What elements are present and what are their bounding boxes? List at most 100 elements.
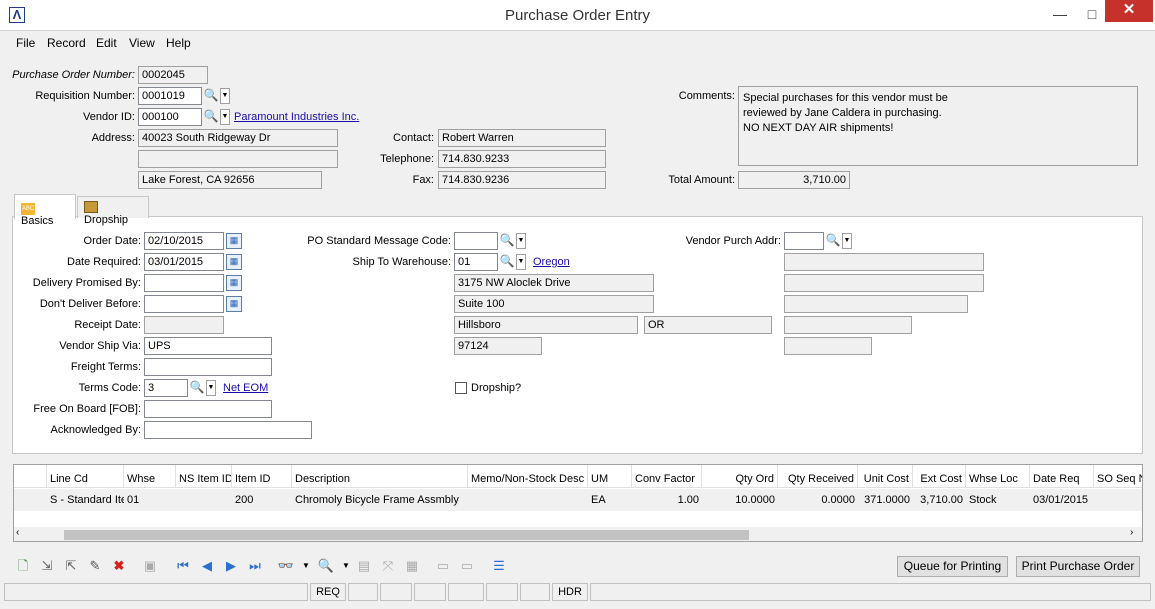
po-message-search-icon[interactable]: 🔍 — [499, 233, 515, 249]
column-header[interactable]: Item ID — [232, 465, 292, 488]
table-cell[interactable]: 371.0000 — [858, 489, 913, 511]
warehouse-state-field[interactable]: OR — [644, 316, 772, 334]
date-required-field[interactable]: 03/01/2015 — [144, 253, 224, 271]
table-cell[interactable]: S - Standard Ite — [47, 489, 124, 511]
menu-file[interactable]: File — [16, 36, 35, 50]
previous-record-icon[interactable]: ◀ — [197, 556, 217, 576]
address3-field[interactable]: Lake Forest, CA 92656 — [138, 171, 322, 189]
rename-record-icon[interactable]: ⇱ — [61, 556, 81, 576]
table-cell[interactable] — [176, 489, 232, 511]
po-message-dropdown-icon[interactable]: ▼ — [516, 233, 526, 249]
requisition-dropdown-icon[interactable]: ▼ — [220, 88, 230, 104]
column-header[interactable]: Description — [292, 465, 468, 488]
vendor-purch-line3-field[interactable] — [784, 295, 968, 313]
column-header[interactable]: Unit Cost — [858, 465, 913, 488]
table-cell[interactable]: 3,710.00 — [913, 489, 966, 511]
terms-code-field[interactable]: 3 — [144, 379, 188, 397]
tab-basics[interactable]: ABCBasics — [14, 194, 76, 227]
vendor-purch-line1-field[interactable] — [784, 253, 984, 271]
warehouse-zip-field[interactable]: 97124 — [454, 337, 542, 355]
scroll-right-icon[interactable]: › — [1130, 527, 1133, 538]
column-header[interactable]: SO Seq N — [1094, 465, 1142, 488]
ship-to-search-icon[interactable]: 🔍 — [499, 254, 515, 270]
delete-icon[interactable]: ✖ — [109, 556, 129, 576]
tab-dropship[interactable]: Dropship — [77, 196, 149, 226]
acknowledged-field[interactable] — [144, 421, 312, 439]
fob-field[interactable] — [144, 400, 272, 418]
terms-desc-link[interactable]: Net EOM — [223, 382, 268, 394]
new-record-icon[interactable]: 🗋 — [13, 556, 33, 576]
menu-view[interactable]: View — [129, 36, 155, 50]
column-header[interactable]: Whse Loc — [966, 465, 1030, 488]
warehouse-address2-field[interactable]: Suite 100 — [454, 295, 654, 313]
queue-printing-button[interactable]: Queue for Printing — [897, 556, 1008, 577]
date-required-calendar-icon[interactable]: ▦ — [226, 254, 242, 270]
table-cell[interactable] — [468, 489, 588, 511]
ship-via-field[interactable]: UPS — [144, 337, 272, 355]
vendor-purch-line2-field[interactable] — [784, 274, 984, 292]
comments-box[interactable]: Special purchases for this vendor must b… — [738, 86, 1138, 166]
lookup-dropdown-icon[interactable]: ▼ — [336, 556, 356, 576]
table-cell[interactable]: 1.00 — [632, 489, 702, 511]
column-header[interactable]: Memo/Non-Stock Desc — [468, 465, 588, 488]
table-cell[interactable]: EA — [588, 489, 632, 511]
menu-help[interactable]: Help — [166, 36, 191, 50]
order-date-calendar-icon[interactable]: ▦ — [226, 233, 242, 249]
column-header[interactable]: Qty Received — [778, 465, 858, 488]
column-header[interactable]: Date Req — [1030, 465, 1094, 488]
warehouse-address1-field[interactable]: 3175 NW Aloclek Drive — [454, 274, 654, 292]
column-header[interactable]: Ext Cost — [913, 465, 966, 488]
save-icon[interactable]: ▣ — [140, 556, 160, 576]
column-header[interactable]: Conv Factor — [632, 465, 702, 488]
print-icon[interactable]: ▭ — [433, 556, 453, 576]
requisition-field[interactable]: 0001019 — [138, 87, 202, 105]
po-number-field[interactable]: 0002045 — [138, 66, 208, 84]
table-cell[interactable]: Stock — [966, 489, 1030, 511]
expand-icon[interactable]: ⤧ — [378, 556, 398, 576]
table-cell[interactable]: 200 — [232, 489, 292, 511]
vendor-purch-dropdown-icon[interactable]: ▼ — [842, 233, 852, 249]
column-header[interactable]: UM — [588, 465, 632, 488]
vendor-id-field[interactable]: 000100 — [138, 108, 202, 126]
table-cell[interactable]: 01 — [124, 489, 176, 511]
freight-terms-field[interactable] — [144, 358, 272, 376]
column-header[interactable]: Line Cd — [47, 465, 124, 488]
delivery-promised-field[interactable] — [144, 274, 224, 292]
row-selector[interactable] — [14, 489, 47, 511]
settings-icon[interactable]: ☰ — [489, 556, 509, 576]
find-icon[interactable]: 👓 — [276, 556, 296, 576]
column-header[interactable]: Whse — [124, 465, 176, 488]
horizontal-scrollbar[interactable]: ‹ › — [14, 527, 1142, 541]
vendor-purch-line4-field[interactable] — [784, 316, 912, 334]
next-record-icon[interactable]: ▶ — [221, 556, 241, 576]
vendor-purch-search-icon[interactable]: 🔍 — [825, 233, 841, 249]
grid-view-icon[interactable]: ▦ — [402, 556, 422, 576]
address1-field[interactable]: 40023 South Ridgeway Dr — [138, 129, 338, 147]
lookup-icon[interactable]: 🔍 — [316, 556, 336, 576]
po-message-field[interactable] — [454, 232, 498, 250]
ship-to-name-link[interactable]: Oregon — [533, 256, 570, 268]
last-record-icon[interactable]: ⏭ — [245, 556, 265, 576]
dont-deliver-field[interactable] — [144, 295, 224, 313]
vendor-search-icon[interactable]: 🔍 — [203, 109, 219, 125]
contact-field[interactable]: Robert Warren — [438, 129, 606, 147]
menu-record[interactable]: Record — [47, 36, 86, 50]
table-cell[interactable] — [1094, 489, 1142, 511]
column-header[interactable]: NS Item ID — [176, 465, 232, 488]
copy-record-icon[interactable]: ⇲ — [37, 556, 57, 576]
vendor-purch-line5-field[interactable] — [784, 337, 872, 355]
menu-edit[interactable]: Edit — [96, 36, 117, 50]
ship-to-field[interactable]: 01 — [454, 253, 498, 271]
scroll-left-icon[interactable]: ‹ — [16, 527, 19, 538]
fax-field[interactable]: 714.830.9236 — [438, 171, 606, 189]
edit-record-icon[interactable]: ✎ — [85, 556, 105, 576]
table-cell[interactable]: 03/01/2015 — [1030, 489, 1094, 511]
vendor-dropdown-icon[interactable]: ▼ — [220, 109, 230, 125]
delivery-promised-calendar-icon[interactable]: ▦ — [226, 275, 242, 291]
order-date-field[interactable]: 02/10/2015 — [144, 232, 224, 250]
preview-icon[interactable]: ▭ — [457, 556, 477, 576]
address2-field[interactable] — [138, 150, 338, 168]
scroll-thumb[interactable] — [64, 530, 749, 540]
attach-icon[interactable]: ▤ — [354, 556, 374, 576]
warehouse-city-field[interactable]: Hillsboro — [454, 316, 638, 334]
